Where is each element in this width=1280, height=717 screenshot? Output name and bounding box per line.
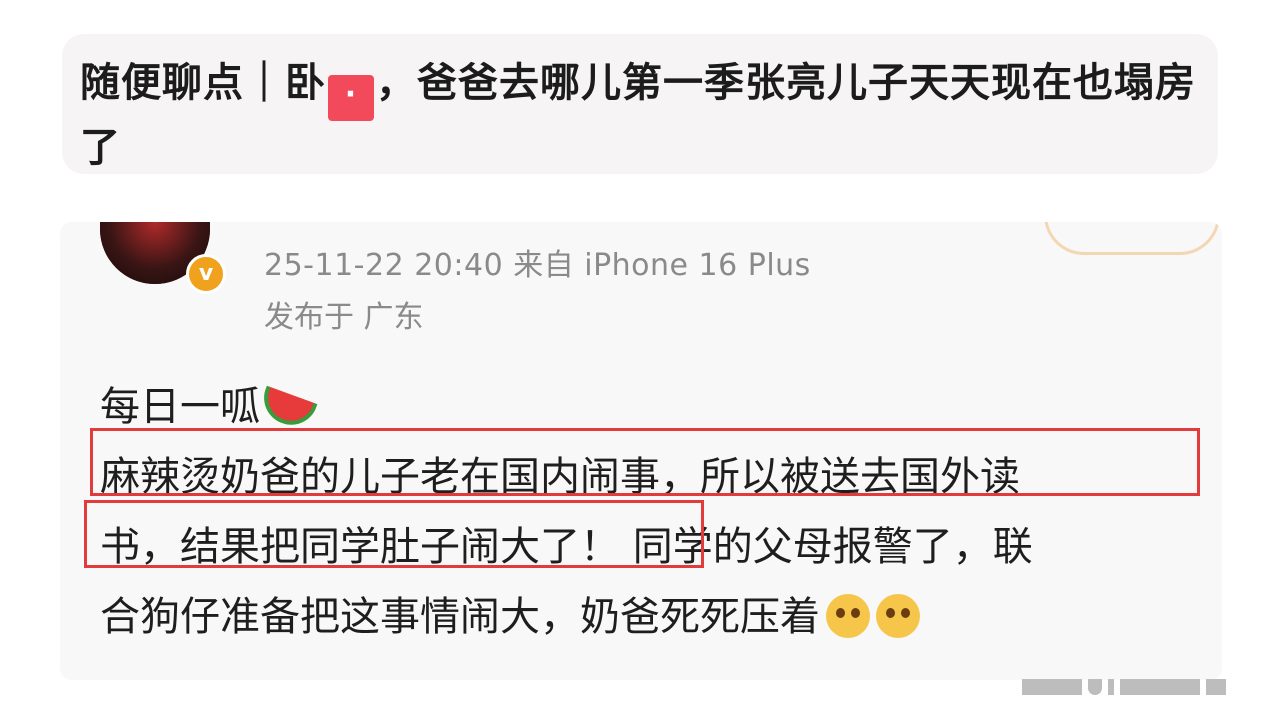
highlight-box-2	[84, 500, 704, 568]
sad-face-icon	[876, 594, 920, 638]
verified-badge-icon: v	[186, 254, 226, 294]
sad-face-icon	[826, 594, 870, 638]
redaction-glyph: ·	[344, 77, 358, 112]
watermark	[1022, 679, 1262, 695]
post-location: 发布于 广东	[264, 300, 424, 335]
body-line-1-text: 每日一呱	[100, 384, 260, 430]
title-part-1: 随便聊点｜卧	[80, 60, 326, 106]
redaction-mark: ·	[328, 75, 374, 121]
highlight-box-1	[90, 428, 1200, 496]
weibo-post-card: v 25-11-22 20:40 来自 iPhone 16 Plus 发布于 广…	[60, 222, 1222, 680]
watermelon-icon	[256, 385, 318, 433]
article-title-card: 随便聊点｜卧 · ，爸爸去哪儿第一季张亮儿子天天现在也塌房了	[62, 34, 1218, 174]
article-title: 随便聊点｜卧 · ，爸爸去哪儿第一季张亮儿子天天现在也塌房了	[80, 56, 1200, 175]
watermark-bar	[1206, 679, 1226, 695]
watermark-bar	[1108, 679, 1114, 695]
post-timestamp-source: 25-11-22 20:40 来自 iPhone 16 Plus	[264, 248, 811, 283]
watermark-bar	[1120, 679, 1200, 695]
watermark-bar	[1088, 679, 1102, 695]
watermark-bar	[1022, 679, 1082, 695]
body-line-4: 合狗仔准备把这事情闹大，奶爸死死压着	[100, 582, 920, 652]
body-line-4-text: 合狗仔准备把这事情闹大，奶爸死死压着	[100, 594, 820, 640]
follow-button-edge[interactable]	[1044, 222, 1220, 255]
